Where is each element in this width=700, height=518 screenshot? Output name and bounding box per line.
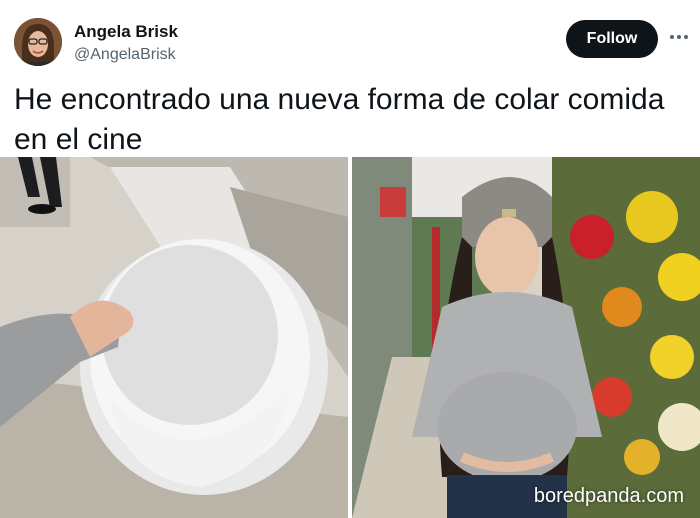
media-image-right[interactable]: boredpanda.com <box>352 157 700 518</box>
tweet-header: Angela Brisk @AngelaBrisk Follow <box>0 0 700 80</box>
follow-button[interactable]: Follow <box>566 20 658 58</box>
styrofoam-bowl-photo <box>0 157 348 518</box>
tweet-text: He encontrado una nueva forma de colar c… <box>14 83 665 156</box>
avatar-photo-icon <box>14 18 62 66</box>
media-image-left[interactable] <box>0 157 348 518</box>
author-name[interactable]: Angela Brisk <box>74 22 178 42</box>
more-options-icon[interactable] <box>666 26 692 48</box>
woman-flower-aisle-photo <box>352 157 700 518</box>
avatar[interactable] <box>14 18 62 66</box>
boredpanda-watermark: boredpanda.com <box>533 485 684 507</box>
author-handle[interactable]: @AngelaBrisk <box>74 46 176 64</box>
